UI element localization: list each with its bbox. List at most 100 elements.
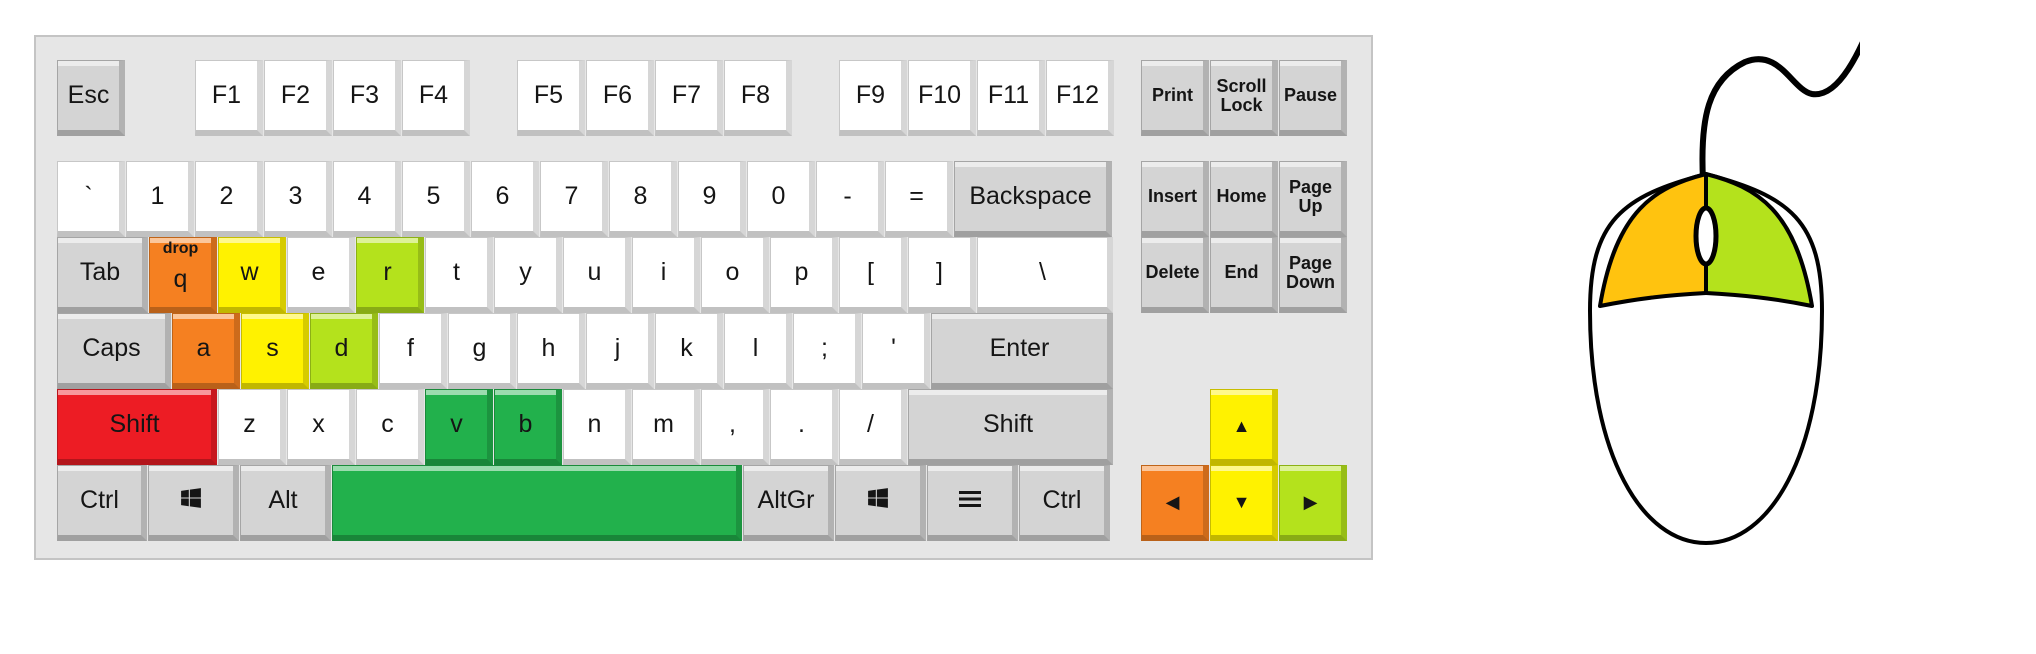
key-label: =	[909, 182, 924, 210]
key-5[interactable]: 5	[402, 161, 470, 237]
key-backslash[interactable]: \	[977, 237, 1113, 313]
key-p[interactable]: p	[770, 237, 838, 313]
key-f7[interactable]: F7	[655, 60, 723, 136]
key-right-ctrl[interactable]: Ctrl	[1019, 465, 1110, 541]
key-e[interactable]: e	[287, 237, 355, 313]
key-altgr[interactable]: AltGr	[743, 465, 834, 541]
key-label: v	[450, 410, 463, 438]
key-f4[interactable]: F4	[402, 60, 470, 136]
key-alt[interactable]: Alt	[240, 465, 331, 541]
key-backtick[interactable]: `	[57, 161, 125, 237]
key-arrow-down[interactable]: ▼	[1210, 465, 1278, 541]
key-d[interactable]: d	[310, 313, 378, 389]
key-0[interactable]: 0	[747, 161, 815, 237]
key-equals[interactable]: =	[885, 161, 953, 237]
key-w[interactable]: w	[218, 237, 286, 313]
key-print[interactable]: Print	[1141, 60, 1209, 136]
key-comma[interactable]: ,	[701, 389, 769, 465]
key-scroll-lock[interactable]: Scroll Lock	[1210, 60, 1278, 136]
key-label: ]	[936, 258, 943, 286]
key-backspace[interactable]: Backspace	[954, 161, 1112, 237]
key-j[interactable]: j	[586, 313, 654, 389]
key-space[interactable]	[332, 465, 742, 541]
key-k[interactable]: k	[655, 313, 723, 389]
key-t[interactable]: t	[425, 237, 493, 313]
key-8[interactable]: 8	[609, 161, 677, 237]
key-windows[interactable]	[835, 465, 926, 541]
key-o[interactable]: o	[701, 237, 769, 313]
key-semicolon[interactable]: ;	[793, 313, 861, 389]
key-menu[interactable]	[927, 465, 1018, 541]
key-left-ctrl[interactable]: Ctrl	[57, 465, 147, 541]
key-z[interactable]: z	[218, 389, 286, 465]
key-a[interactable]: a	[172, 313, 240, 389]
key-label: e	[311, 258, 326, 286]
key-4[interactable]: 4	[333, 161, 401, 237]
key-f1[interactable]: F1	[195, 60, 263, 136]
key-s[interactable]: s	[241, 313, 309, 389]
key-insert[interactable]: Insert	[1141, 161, 1209, 237]
key-f11[interactable]: F11	[977, 60, 1045, 136]
key-x[interactable]: x	[287, 389, 355, 465]
key-home[interactable]: Home	[1210, 161, 1278, 237]
key-f3[interactable]: F3	[333, 60, 401, 136]
key-page-down[interactable]: Page Down	[1279, 237, 1347, 313]
key-label: Ctrl	[1042, 486, 1082, 514]
key-label: s	[266, 334, 279, 362]
key-right-shift[interactable]: Shift	[908, 389, 1113, 465]
arrow-up-icon: ▲	[1232, 416, 1251, 436]
key-c[interactable]: c	[356, 389, 424, 465]
key-g[interactable]: g	[448, 313, 516, 389]
key-b[interactable]: b	[494, 389, 562, 465]
key-caps[interactable]: Caps	[57, 313, 171, 389]
key-h[interactable]: h	[517, 313, 585, 389]
key-u[interactable]: u	[563, 237, 631, 313]
key-delete[interactable]: Delete	[1141, 237, 1209, 313]
key-f10[interactable]: F10	[908, 60, 976, 136]
key-f9[interactable]: F9	[839, 60, 907, 136]
mouse-scroll-wheel[interactable]	[1693, 205, 1719, 267]
key-tab[interactable]: Tab	[57, 237, 148, 313]
key-label: c	[381, 410, 394, 438]
key-left-shift[interactable]: Shift	[57, 389, 217, 465]
key-quote[interactable]: '	[862, 313, 930, 389]
key-arrow-right[interactable]: ▶	[1279, 465, 1347, 541]
key-f8[interactable]: F8	[724, 60, 792, 136]
key-enter[interactable]: Enter	[931, 313, 1113, 389]
key-f12[interactable]: F12	[1046, 60, 1114, 136]
key-f2[interactable]: F2	[264, 60, 332, 136]
key-v[interactable]: v	[425, 389, 493, 465]
key-9[interactable]: 9	[678, 161, 746, 237]
key-minus[interactable]: -	[816, 161, 884, 237]
key-pause[interactable]: Pause	[1279, 60, 1347, 136]
key-f[interactable]: f	[379, 313, 447, 389]
key-windows[interactable]	[148, 465, 239, 541]
key-r[interactable]: r	[356, 237, 424, 313]
key-esc[interactable]: Esc	[57, 60, 125, 136]
key-q[interactable]: drop q	[149, 237, 217, 313]
key-2[interactable]: 2	[195, 161, 263, 237]
key-label: ,	[729, 410, 736, 438]
key-right-bracket[interactable]: ]	[908, 237, 976, 313]
key-f6[interactable]: F6	[586, 60, 654, 136]
key-m[interactable]: m	[632, 389, 700, 465]
key-6[interactable]: 6	[471, 161, 539, 237]
key-label: 2	[219, 182, 234, 210]
key-end[interactable]: End	[1210, 237, 1278, 313]
key-label: t	[453, 258, 460, 286]
key-y[interactable]: y	[494, 237, 562, 313]
key-left-bracket[interactable]: [	[839, 237, 907, 313]
key-arrow-up[interactable]: ▲	[1210, 389, 1278, 465]
key-arrow-left[interactable]: ◀	[1141, 465, 1209, 541]
key-7[interactable]: 7	[540, 161, 608, 237]
key-label: Scroll Lock	[1216, 75, 1267, 115]
key-3[interactable]: 3	[264, 161, 332, 237]
key-slash[interactable]: /	[839, 389, 907, 465]
key-period[interactable]: .	[770, 389, 838, 465]
key-i[interactable]: i	[632, 237, 700, 313]
key-n[interactable]: n	[563, 389, 631, 465]
key-l[interactable]: l	[724, 313, 792, 389]
key-f5[interactable]: F5	[517, 60, 585, 136]
key-1[interactable]: 1	[126, 161, 194, 237]
key-page-up[interactable]: Page Up	[1279, 161, 1347, 237]
